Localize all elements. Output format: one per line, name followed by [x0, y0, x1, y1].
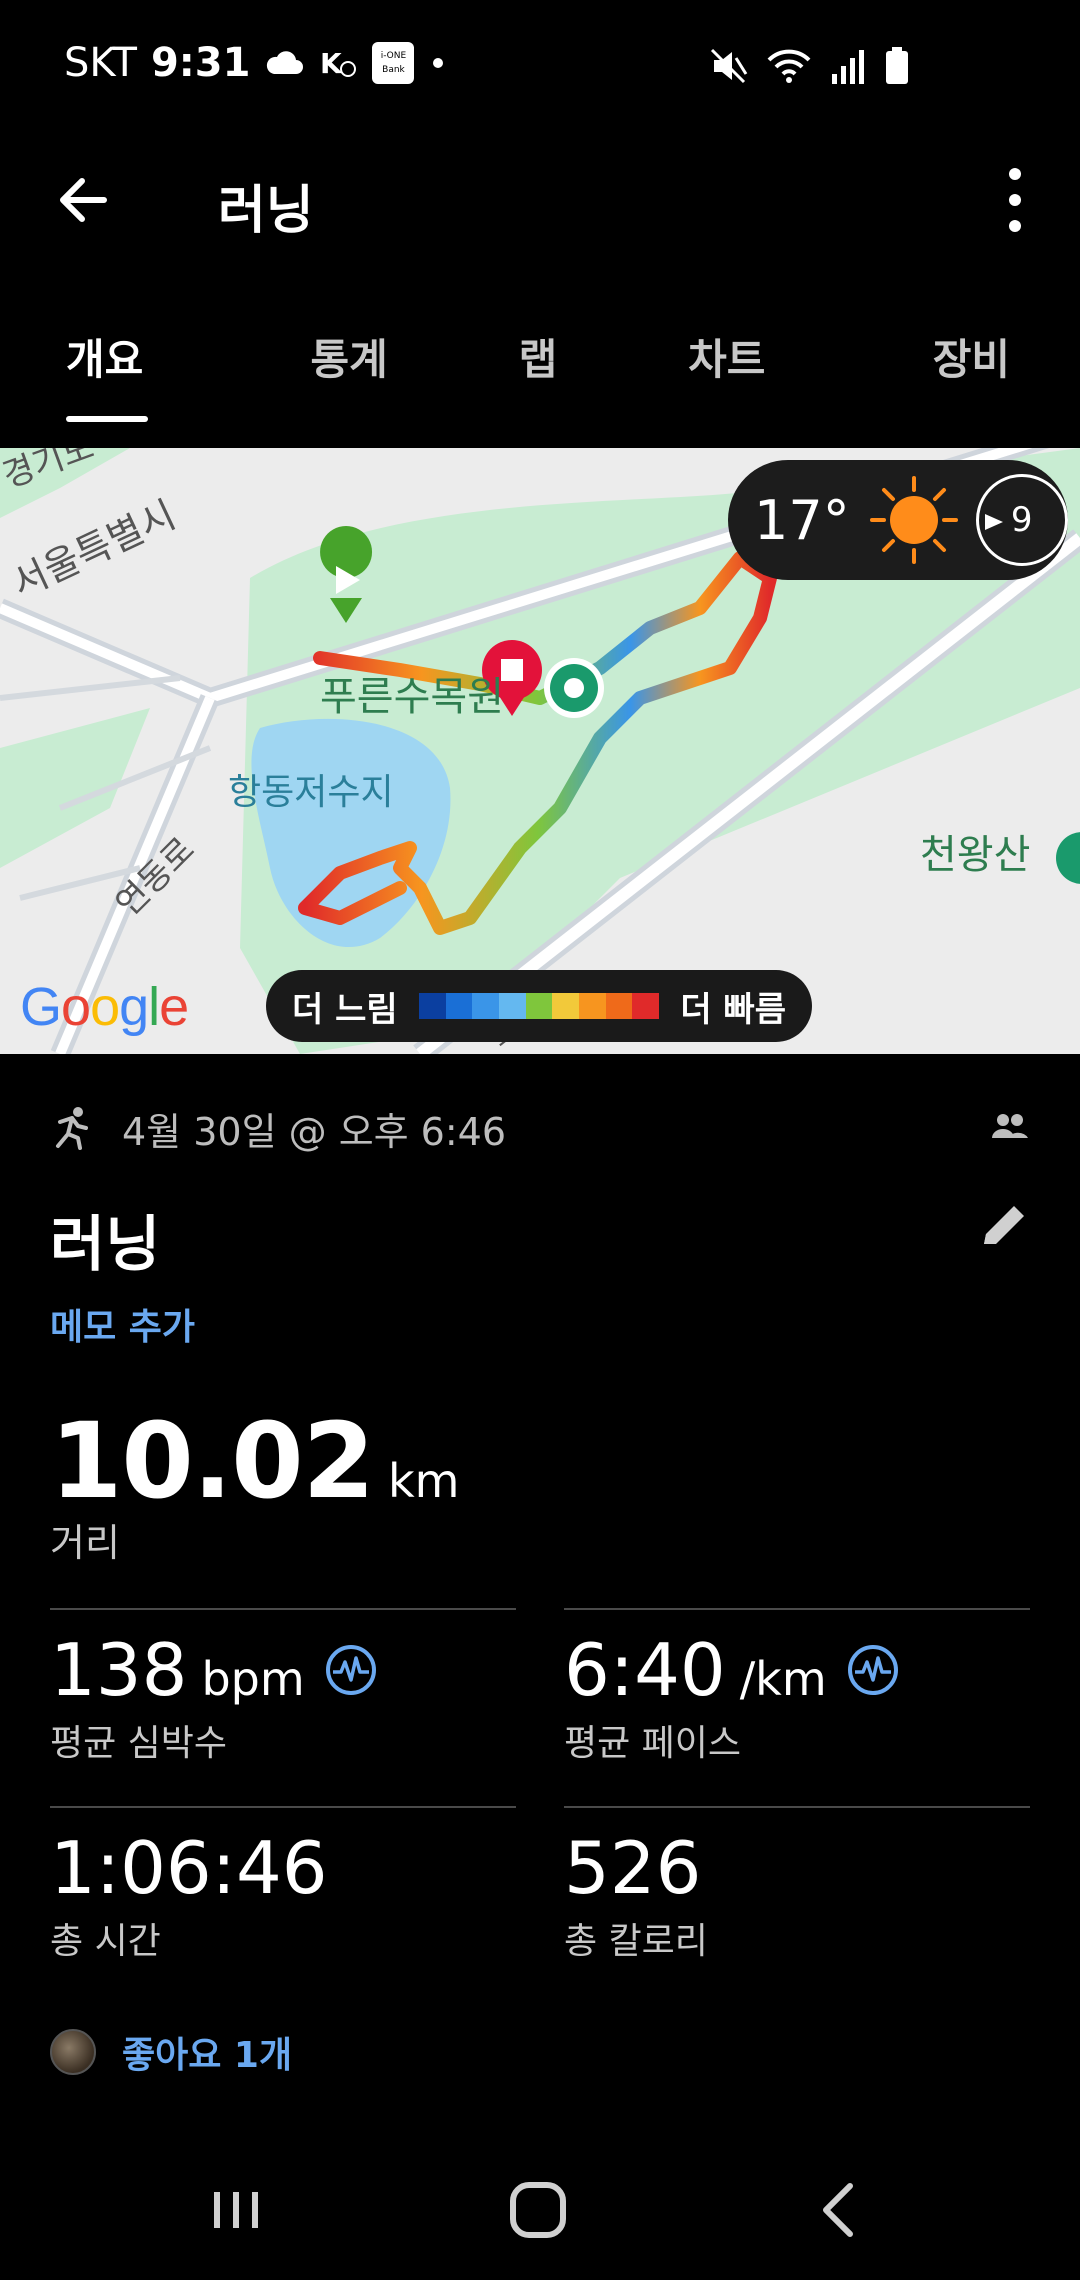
- heart-rate-chart-icon[interactable]: [325, 1644, 377, 1696]
- system-back-icon[interactable]: [800, 2170, 880, 2250]
- back-arrow-icon[interactable]: [50, 165, 120, 235]
- workout-date: 4월 30일 @ 오후 6:46: [122, 1109, 507, 1154]
- battery-icon: [886, 47, 908, 84]
- svg-text:K: K: [320, 47, 343, 80]
- duration-value: 1:06:46: [50, 1826, 328, 1910]
- map-label-reservoir: 항동저수지: [228, 772, 394, 813]
- pace-label: 평균 페이스: [564, 1723, 742, 1764]
- heart-rate-value: 138: [50, 1628, 188, 1712]
- active-tab-indicator: [66, 416, 148, 422]
- tab-overview[interactable]: 개요: [0, 290, 255, 430]
- tab-label: 장비: [932, 335, 1010, 384]
- map-label-park: 푸른수목원: [320, 674, 504, 720]
- duration-stat: 1:06:46 총 시간: [50, 1806, 516, 1964]
- distance-value-row: 10.02 km: [50, 1400, 459, 1522]
- group-icon[interactable]: [990, 1106, 1030, 1146]
- heart-rate-stat: 138 bpm 평균 심박수: [50, 1608, 516, 1766]
- cloud-icon: [267, 51, 304, 74]
- mute-icon: [710, 48, 748, 84]
- page-title: 러닝: [218, 181, 314, 241]
- heart-rate-label: 평균 심박수: [50, 1723, 228, 1764]
- carrier-label: SKT: [64, 40, 137, 86]
- distance-unit: km: [387, 1454, 460, 1508]
- map-label-city: 서울특별시: [5, 492, 182, 606]
- workout-title: 러닝: [50, 1210, 161, 1280]
- dot-icon: [433, 58, 444, 68]
- tab-laps[interactable]: 랩: [444, 290, 633, 430]
- tab-label: 개요: [66, 335, 144, 384]
- pace-value: 6:40: [564, 1628, 726, 1712]
- signal-icon: [832, 50, 864, 84]
- recent-apps-icon[interactable]: [196, 2170, 276, 2250]
- app-bar: 러닝: [0, 140, 1080, 270]
- bank-app-icon: i-ONE Bank: [372, 42, 415, 84]
- tab-equipment[interactable]: 장비: [821, 290, 1080, 430]
- legend-fast-label: 더 빠름: [680, 989, 786, 1030]
- running-icon: [56, 1107, 88, 1150]
- wind-speed: 9: [1010, 500, 1033, 540]
- system-navigation-bar: [0, 2140, 1080, 2280]
- legend-gradient: [419, 993, 660, 1019]
- wind-indicator: 9: [975, 474, 1068, 566]
- distance-value: 10.02: [50, 1400, 375, 1522]
- pace-stat: 6:40 /km 평균 페이스: [564, 1608, 1030, 1766]
- sun-icon: [869, 476, 958, 564]
- temperature-label: 17°: [754, 488, 850, 552]
- home-icon[interactable]: [498, 2170, 578, 2250]
- edit-icon[interactable]: [976, 1198, 1032, 1254]
- pace-chart-icon[interactable]: [847, 1644, 899, 1696]
- distance-label: 거리: [50, 1521, 120, 1565]
- tab-charts[interactable]: 차트: [632, 290, 821, 430]
- duration-label: 총 시간: [50, 1921, 161, 1962]
- weather-badge: 17° 9: [728, 460, 1068, 580]
- workout-date-row: 4월 30일 @ 오후 6:46: [50, 1098, 1030, 1158]
- avatar: [50, 2029, 96, 2075]
- pace-unit: /km: [739, 1652, 827, 1706]
- wifi-icon: [767, 49, 811, 83]
- clock: 9:31: [150, 40, 251, 86]
- google-logo: Google: [20, 977, 189, 1037]
- legend-slow-label: 더 느림: [292, 989, 398, 1030]
- more-options-icon[interactable]: [990, 160, 1040, 240]
- likes-count: 좋아요 1개: [122, 2035, 293, 2076]
- volte-icon: K: [320, 47, 357, 80]
- tab-label: 차트: [688, 335, 766, 384]
- pace-legend: 더 느림 더 빠름: [266, 970, 812, 1042]
- tab-label: 통계: [310, 335, 388, 384]
- likes-row[interactable]: 좋아요 1개: [50, 2026, 292, 2078]
- tab-label: 랩: [518, 335, 558, 384]
- wind-direction-icon: [984, 514, 1003, 530]
- tab-statistics[interactable]: 통계: [255, 290, 444, 430]
- map-label-mountain: 천왕산: [920, 832, 1030, 878]
- add-memo-link[interactable]: 메모 추가: [50, 1298, 195, 1350]
- calories-value: 526: [564, 1826, 702, 1910]
- calories-label: 총 칼로리: [564, 1921, 708, 1962]
- tab-bar: 개요 통계 랩 차트 장비: [0, 290, 1080, 430]
- calories-stat: 526 총 칼로리: [564, 1806, 1030, 1964]
- route-map[interactable]: 경기도 서울특별시 푸른수목원 항동저수지 연동로 천왕산 오리로 17° 9 …: [0, 448, 1080, 1054]
- heart-rate-unit: bpm: [201, 1652, 305, 1706]
- status-bar: SKT 9:31 K i-ONE Bank: [0, 0, 1080, 140]
